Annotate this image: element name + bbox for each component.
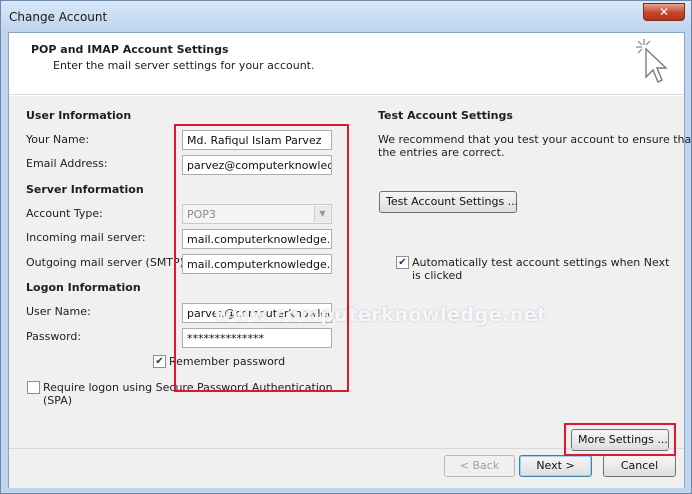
- title-bar: Change Account ✕: [1, 1, 691, 33]
- account-type-select: POP3 ▼: [182, 204, 332, 224]
- auto-test-checkbox[interactable]: ✔: [396, 256, 409, 269]
- header-title: POP and IMAP Account Settings: [31, 43, 229, 56]
- your-name-label: Your Name:: [26, 133, 90, 146]
- password-label: Password:: [26, 330, 82, 343]
- email-address-label: Email Address:: [26, 157, 108, 170]
- next-button[interactable]: Next >: [519, 455, 592, 477]
- wizard-cursor-icon: [636, 39, 668, 83]
- remember-password-label: Remember password: [169, 355, 286, 368]
- footer-divider: [9, 448, 684, 449]
- wizard-body: User Information Your Name: Md. Rafiqul …: [9, 96, 692, 488]
- logon-info-heading: Logon Information: [26, 281, 141, 294]
- password-input[interactable]: **************: [182, 328, 332, 348]
- remember-password-checkbox[interactable]: ✔: [153, 355, 166, 368]
- test-description-line2: the entries are correct.: [378, 146, 505, 159]
- account-type-value: POP3: [187, 208, 216, 221]
- spa-label-line1: Require logon using Secure Password Auth…: [43, 381, 333, 394]
- close-button[interactable]: ✕: [643, 3, 685, 21]
- auto-test-label-line1: Automatically test account settings when…: [412, 256, 670, 269]
- account-type-label: Account Type:: [26, 207, 103, 220]
- email-address-input[interactable]: parvez@computerknowledge: [182, 155, 332, 175]
- user-info-heading: User Information: [26, 109, 132, 122]
- server-info-heading: Server Information: [26, 183, 144, 196]
- change-account-window: Change Account ✕ POP and IMAP Account Se…: [0, 0, 692, 494]
- test-settings-heading: Test Account Settings: [378, 109, 513, 122]
- wizard-header: POP and IMAP Account Settings Enter the …: [9, 33, 684, 95]
- chevron-down-icon: ▼: [314, 206, 330, 222]
- test-account-settings-button[interactable]: Test Account Settings ...: [379, 191, 518, 213]
- spa-checkbox[interactable]: [27, 381, 40, 394]
- window-title: Change Account: [9, 10, 108, 24]
- auto-test-label-line2: is clicked: [412, 269, 463, 282]
- outgoing-server-label: Outgoing mail server (SMTP):: [26, 256, 188, 269]
- checkmark-icon: ✔: [155, 356, 164, 367]
- incoming-server-input[interactable]: mail.computerknowledge.ne: [182, 229, 332, 249]
- outgoing-server-input[interactable]: mail.computerknowledge.ne: [182, 254, 332, 274]
- test-description-line1: We recommend that you test your account …: [378, 133, 692, 146]
- back-button[interactable]: < Back: [444, 455, 515, 477]
- close-icon: ✕: [658, 5, 670, 19]
- user-name-label: User Name:: [26, 305, 91, 318]
- spa-label-line2: (SPA): [43, 394, 73, 407]
- your-name-input[interactable]: Md. Rafiqul Islam Parvez: [182, 130, 332, 150]
- dialog-client: POP and IMAP Account Settings Enter the …: [8, 32, 692, 488]
- checkmark-icon: ✔: [398, 257, 407, 268]
- user-name-input[interactable]: parvez@computerknowledge: [182, 303, 332, 323]
- cancel-button[interactable]: Cancel: [603, 455, 676, 477]
- incoming-server-label: Incoming mail server:: [26, 231, 146, 244]
- header-subtitle: Enter the mail server settings for your …: [53, 59, 315, 72]
